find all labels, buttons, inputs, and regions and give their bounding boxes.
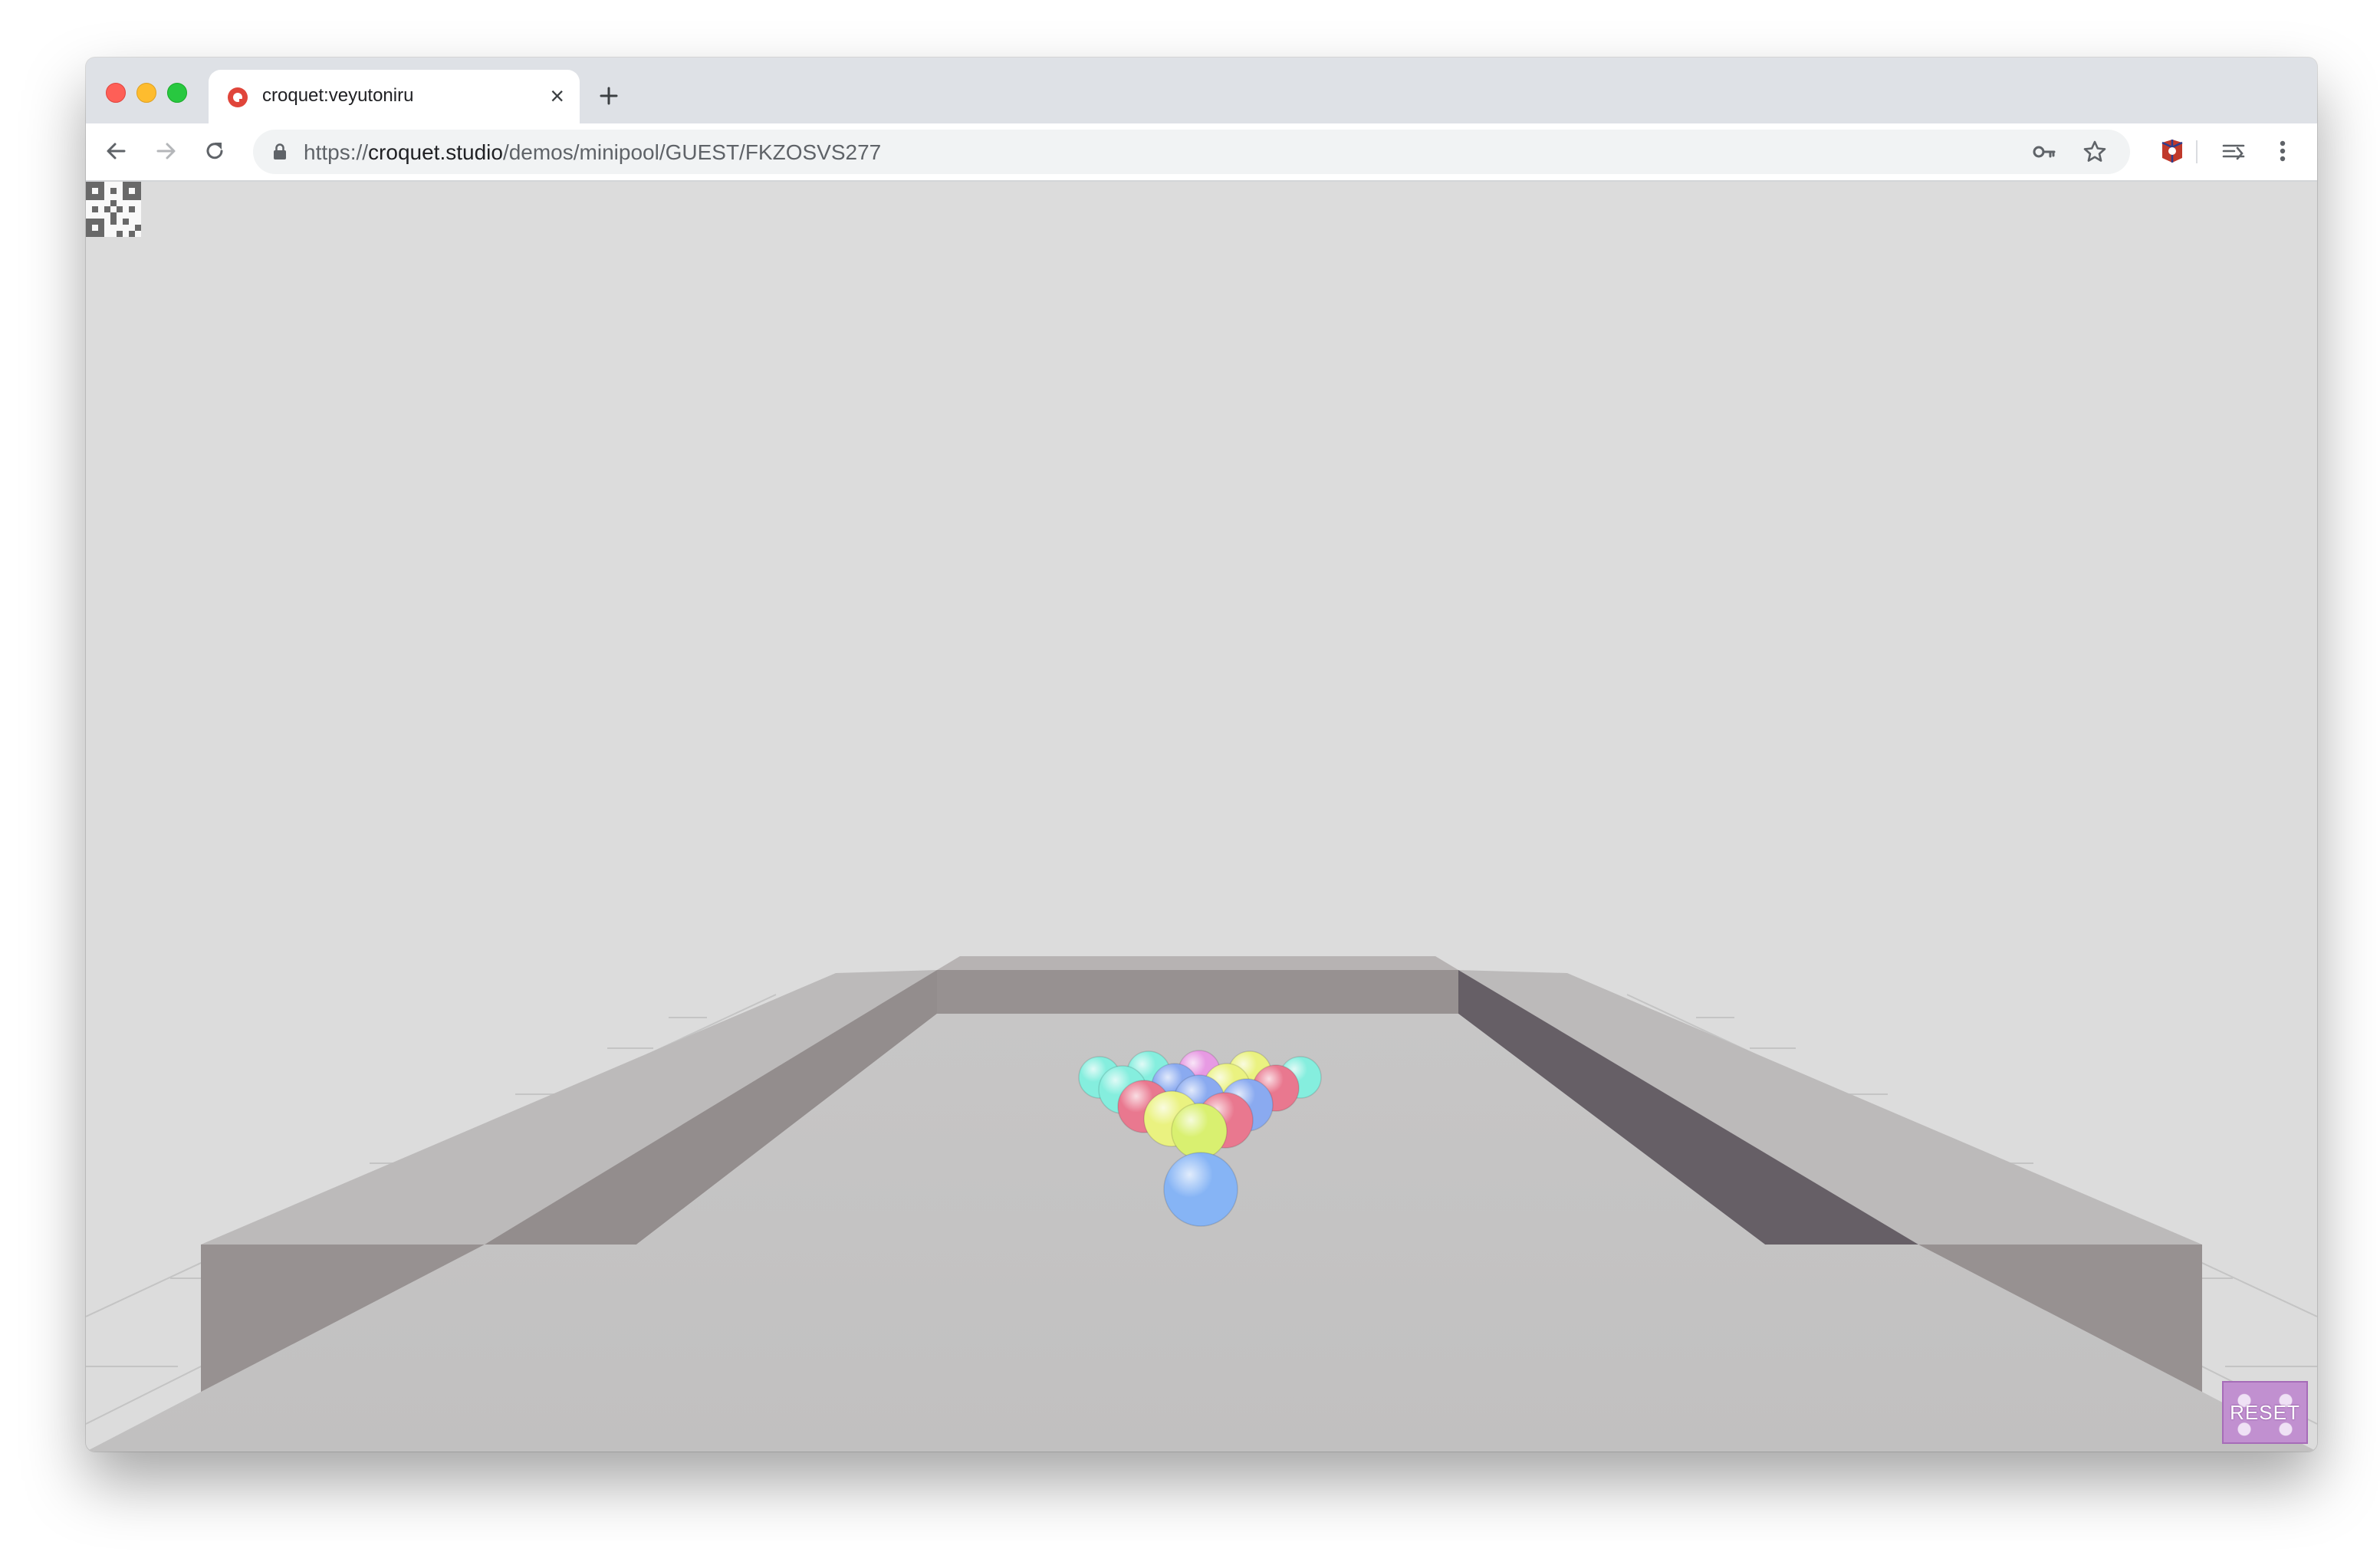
cue-ball[interactable] <box>1163 1152 1238 1227</box>
far-rail-face <box>937 970 1458 1014</box>
tab-strip: croquet:veyutoniru × <box>86 58 2317 123</box>
url-host: croquet.studio <box>368 140 503 164</box>
browser-tab[interactable]: croquet:veyutoniru × <box>209 70 580 123</box>
back-arrow-icon[interactable] <box>100 134 133 168</box>
toolbar-separator <box>2196 140 2198 163</box>
croquet-logo-icon <box>228 87 248 107</box>
pool-game-canvas[interactable]: RESET <box>86 182 2317 1452</box>
qr-code-icon[interactable] <box>86 182 141 237</box>
window-minimize-button[interactable] <box>136 83 156 103</box>
window-close-button[interactable] <box>106 83 126 103</box>
tab-title: croquet:veyutoniru <box>262 85 414 106</box>
browser-window: croquet:veyutoniru × https://croquet.stu… <box>86 58 2317 1452</box>
forward-arrow-icon[interactable] <box>149 134 182 168</box>
reload-icon[interactable] <box>198 134 232 168</box>
far-rail-top <box>937 956 1458 970</box>
address-bar[interactable]: https://croquet.studio/demos/minipool/GU… <box>253 130 2130 174</box>
key-icon[interactable] <box>2029 136 2059 167</box>
lock-icon <box>274 143 286 159</box>
new-tab-icon[interactable] <box>592 79 626 113</box>
url-text: https://croquet.studio/demos/minipool/GU… <box>304 140 881 165</box>
star-icon[interactable] <box>2079 136 2110 167</box>
pool-ball[interactable] <box>1171 1103 1228 1159</box>
window-maximize-button[interactable] <box>167 83 187 103</box>
reader-mode-icon[interactable] <box>2217 135 2250 167</box>
extension-icon[interactable] <box>2156 135 2188 167</box>
pool-table-scene <box>86 956 2317 1452</box>
url-scheme: https:// <box>304 140 369 164</box>
tab-close-icon[interactable]: × <box>550 82 564 110</box>
reset-button[interactable]: RESET <box>2222 1381 2308 1444</box>
url-path: /demos/minipool/GUEST/FKZOSVS277 <box>502 140 882 164</box>
browser-toolbar: https://croquet.studio/demos/minipool/GU… <box>86 123 2317 182</box>
kebab-menu-icon[interactable] <box>2267 135 2299 167</box>
